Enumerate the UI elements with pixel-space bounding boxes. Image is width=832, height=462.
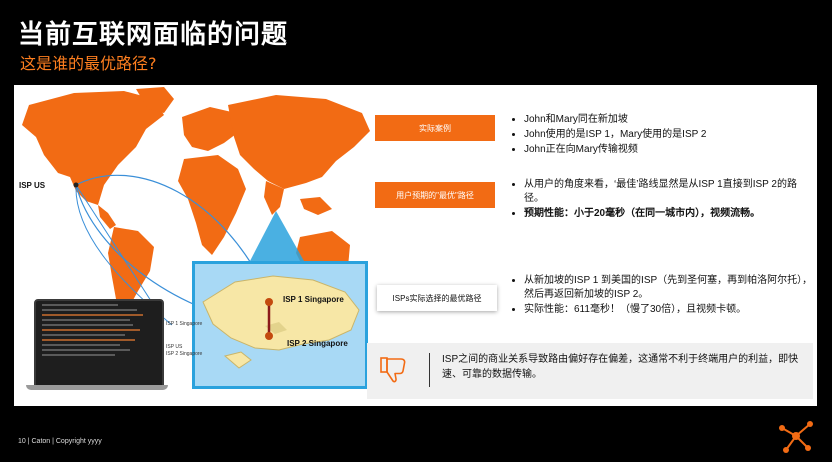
bullet: 从新加坡的ISP 1 到美国的ISP（先到圣何塞，再到帕洛阿尔托），然后再返回新… [524, 274, 814, 302]
thumbs-down-icon [380, 357, 406, 383]
actual-case-bullets: John和Mary同在新加坡 John使用的是ISP 1，Mary使用的是ISP… [510, 113, 814, 158]
page-title: 当前互联网面临的问题 [18, 20, 289, 50]
summary-box: ISP之间的商业关系导致路由偏好存在偏差，这通常不利于终端用户的利益，即快速、可… [367, 343, 813, 399]
isp1-singapore-label: ISP 1 Singapore [283, 295, 344, 304]
bullet: 预期性能：小于20毫秒（在同一城市内），视频流畅。 [524, 207, 814, 221]
label-isp-actual-path: ISPs实际选择的最优路径 [377, 285, 497, 311]
trace-tag-isp1: ISP 1 Singapore [166, 321, 203, 327]
bullet: John使用的是ISP 1，Mary使用的是ISP 2 [524, 128, 814, 142]
trace-tag-ispus: ISP US [166, 344, 183, 350]
summary-text: ISP之间的商业关系导致路由偏好存在偏差，这通常不利于终端用户的利益，即快速、可… [442, 354, 799, 380]
bullet: 实际性能：611毫秒！（慢了30倍），且视频卡顿。 [524, 303, 814, 317]
trace-tag-isp2: ISP 2 Singapore [166, 351, 203, 357]
isp2-singapore-label: ISP 2 Singapore [287, 339, 348, 348]
singapore-map [202, 275, 360, 369]
singapore-inset-map: ISP 1 Singapore ISP 2 Singapore [192, 261, 368, 389]
page-subtitle: 这是谁的最优路径? [20, 54, 157, 73]
bullet: John正在向Mary传输视频 [524, 143, 814, 157]
content-panel: ISP US ISP 1 Singapore ISP 2 Singapore I… [14, 85, 817, 406]
footer-text: 10 | Caton | Copyright yyyy [18, 438, 102, 445]
bullet: John和Mary同在新加坡 [524, 113, 814, 127]
label-actual-case: 实际案例 [375, 115, 495, 141]
isp-actual-path-bullets: 从新加坡的ISP 1 到美国的ISP（先到圣何塞，再到帕洛阿尔托），然后再返回新… [510, 274, 814, 318]
caton-logo [779, 421, 813, 453]
laptop-traceroute-screen [34, 299, 164, 389]
label-expected-path: 用户预期的"最优"路径 [375, 182, 495, 208]
expected-path-bullets: 从用户的角度来看，‘最佳’路线显然是从ISP 1直接到ISP 2的路径。 预期性… [510, 178, 814, 222]
laptop-base [26, 385, 168, 390]
bullet: 从用户的角度来看，‘最佳’路线显然是从ISP 1直接到ISP 2的路径。 [524, 178, 814, 206]
isp-us-label: ISP US [19, 181, 46, 190]
summary-divider [429, 353, 430, 387]
